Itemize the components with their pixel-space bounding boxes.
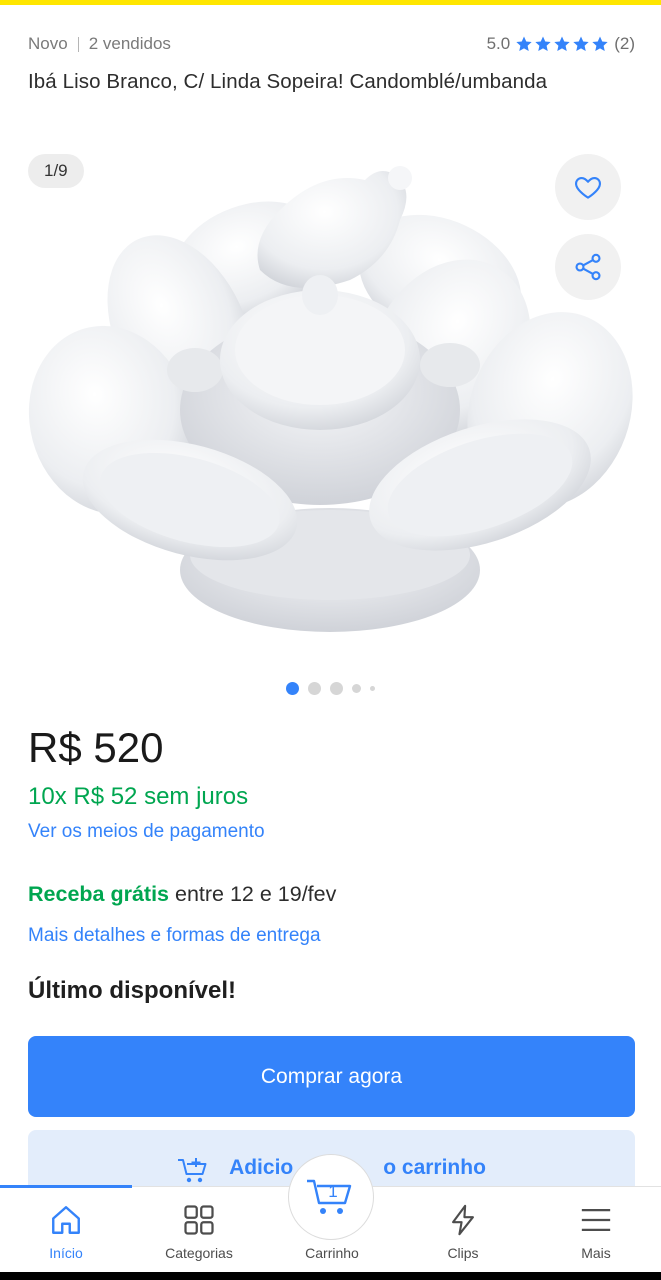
pagination-dot[interactable] xyxy=(286,682,299,695)
add-to-cart-label-end: o carrinho xyxy=(383,1156,486,1179)
heart-icon xyxy=(575,176,601,199)
brand-accent-bar xyxy=(0,0,661,5)
system-navigation-bar xyxy=(0,1272,661,1280)
nav-item-categorias[interactable]: Categorias xyxy=(139,1187,259,1273)
image-counter: 1/9 xyxy=(28,154,84,188)
bottom-navigation: Início Categorias 1 Carrinho Clips Mais xyxy=(0,1154,661,1273)
rating-value: 5.0 xyxy=(486,34,511,53)
payment-methods-link[interactable]: Ver os meios de pagamento xyxy=(28,821,265,843)
stock-status: Último disponível! xyxy=(28,977,237,1004)
bolt-icon xyxy=(452,1204,474,1236)
pagination-dot[interactable] xyxy=(352,684,361,693)
buy-now-button[interactable]: Comprar agora xyxy=(28,1036,635,1117)
nav-item-clips[interactable]: Clips xyxy=(403,1187,523,1273)
pagination-dot[interactable] xyxy=(330,682,343,695)
nav-label-categorias: Categorias xyxy=(165,1245,233,1261)
product-title: Ibá Liso Branco, C/ Linda Sopeira! Cando… xyxy=(28,70,548,93)
nav-label-mais: Mais xyxy=(581,1245,611,1261)
star-icon xyxy=(573,36,589,52)
sold-count: 2 vendidos xyxy=(88,34,171,53)
add-to-cart-icon xyxy=(178,1158,207,1183)
cart-count: 1 xyxy=(328,1182,337,1201)
delivery-window: entre 12 e 19/fev xyxy=(169,882,337,906)
free-shipping-label: Receba grátis xyxy=(28,882,170,906)
product-meta-row: Novo 2 vendidos 5.0 (2) xyxy=(28,32,635,56)
nav-label-clips: Clips xyxy=(447,1245,479,1261)
cart-icon: 1 xyxy=(307,1179,352,1214)
gallery-pagination[interactable] xyxy=(0,682,661,695)
delivery-details-link[interactable]: Mais detalhes e formas de entrega xyxy=(28,925,321,947)
star-icon xyxy=(554,36,570,52)
meta-divider xyxy=(77,36,79,52)
product-price: R$ 520 xyxy=(28,724,164,771)
nav-item-mais[interactable]: Mais xyxy=(536,1187,656,1273)
nav-label-carrinho: Carrinho xyxy=(305,1245,359,1261)
favorite-button[interactable] xyxy=(555,154,621,220)
image-gallery[interactable]: 1/9 xyxy=(0,140,661,660)
nav-item-carrinho[interactable]: 1 xyxy=(288,1154,374,1240)
add-to-cart-label-start: Adicio xyxy=(229,1156,294,1179)
grid-icon xyxy=(184,1205,214,1235)
share-button[interactable] xyxy=(555,234,621,300)
pagination-dot[interactable] xyxy=(370,686,375,691)
condition-label: Novo xyxy=(28,34,68,53)
pagination-dot[interactable] xyxy=(308,682,321,695)
menu-icon xyxy=(581,1208,611,1232)
rating-summary[interactable]: 5.0 (2) xyxy=(487,34,635,54)
share-icon xyxy=(575,253,601,281)
condition-sold: Novo 2 vendidos xyxy=(28,34,171,54)
nav-label-inicio: Início xyxy=(49,1245,83,1261)
home-icon xyxy=(52,1206,80,1234)
star-icon xyxy=(535,36,551,52)
nav-item-inicio[interactable]: Início xyxy=(6,1187,126,1273)
shipping-info: Receba grátis entre 12 e 19/fev xyxy=(28,882,336,907)
star-icon xyxy=(516,36,532,52)
product-image[interactable] xyxy=(20,150,640,640)
rating-count: (2) xyxy=(614,34,635,53)
rating-stars xyxy=(515,35,609,53)
star-icon xyxy=(592,36,608,52)
installments-info: 10x R$ 52 sem juros xyxy=(28,783,249,810)
